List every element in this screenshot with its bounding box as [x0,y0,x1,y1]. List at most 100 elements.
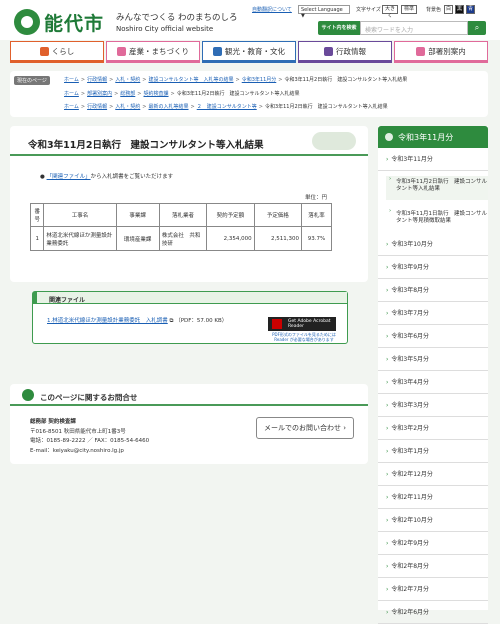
sidebar-item-current[interactable]: 令和3年11月分 [378,148,488,171]
col-header: 事業課 [115,203,160,227]
breadcrumb-link[interactable]: 入札・契約 [115,104,140,110]
nav-gyosei[interactable]: 行政情報 [298,41,392,63]
breadcrumb-link[interactable]: 入札・契約 [115,77,140,83]
city-name-logo[interactable]: 能代市 [44,9,104,36]
sidebar-item-month[interactable]: 令和2年6月分 [378,601,488,624]
breadcrumb-label: 現在のページ [14,76,50,85]
breadcrumb-separator: > [137,91,142,97]
inquiry-phone: 電話：0185-89-2222 ／ FAX：0185-54-6460 [30,438,150,444]
cell-department: 環境産業課 [115,226,160,251]
related-files-header: 関連ファイル [33,292,347,304]
breadcrumb: ホーム > 部署別案内 > 総務部 > 契約検査課 > 令和3年11月2日執行 建設コンサルタン… [64,90,299,97]
breadcrumb-link[interactable]: 部署別案内 [87,91,112,97]
auto-translate-link[interactable]: 自動翻訳について [252,7,292,13]
bg-blue-button[interactable]: 青 [466,5,475,14]
breadcrumb-separator: > [109,104,114,110]
breadcrumb-link[interactable]: 総務部 [120,91,135,97]
city-logo-icon[interactable] [14,9,40,35]
nav-kanko[interactable]: 観光・教育・文化 [202,41,296,63]
font-standard-button[interactable]: 標準 [401,5,417,14]
breadcrumb-link[interactable]: ホーム [64,91,79,97]
breadcrumb-separator: > [235,77,240,83]
search-input[interactable]: 検索ワードを入力 [360,21,468,35]
sidebar-item-month[interactable]: 令和3年9月分 [378,256,488,279]
intro-text: ● 「関連ファイル」から入札調書をご覧いただけます [40,174,174,180]
font-large-button[interactable]: 大きく [382,5,398,19]
breadcrumb-link[interactable]: 令和3年11月分 [242,77,277,83]
inquiry-email: E-mail：keiyaku@city.noshiro.lg.jp [30,447,124,454]
breadcrumb-link[interactable]: ホーム [64,104,79,110]
page-title-bar: 令和3年11月2日執行 建設コンサルタント等入札結果 [10,126,368,156]
col-header: 落札率 [301,203,332,227]
breadcrumb-separator: > [142,77,147,83]
inquiry-box: このページに関するお問合せ 総務部 契約検査課 〒016-8501 秋田県能代市… [10,384,368,464]
sidebar-item-month[interactable]: 令和2年10月分 [378,509,488,532]
breadcrumb-link[interactable]: 契約検査課 [144,91,169,97]
sidebar-item-month[interactable]: 令和3年2月分 [378,417,488,440]
mail-inquiry-button[interactable]: メールでのお問い合わせ › [256,417,354,439]
adobe-reader-note[interactable]: PDF形式のファイルを見るためにはReader が必要な場合があります [267,332,341,342]
bg-black-button[interactable]: 黒 [455,5,464,14]
bg-white-button[interactable]: 白 [444,5,453,14]
sidebar-item-month[interactable]: 令和2年9月分 [378,532,488,555]
cell-winner: 株式会社 共和技研 [158,226,208,251]
language-select[interactable]: Select Language ▼ [298,5,350,19]
table-row: 1 林道北米代線ほか測量設計業務委託 環境産業課 株式会社 共和技研 2,354… [29,226,332,251]
related-file-anchor-link[interactable]: 「関連ファイル」 [47,174,91,180]
sidebar-item-month[interactable]: 令和2年12月分 [378,463,488,486]
sidebar-item-month[interactable]: 令和3年5月分 [378,348,488,371]
site-english-name: Noshiro City official website [116,25,214,33]
inquiry-dept: 総務部 契約検査課 [30,419,76,425]
nav-busho[interactable]: 部署別案内 [394,41,488,63]
nav-kurashi[interactable]: くらし [10,41,104,63]
page-title: 令和3年11月2日執行 建設コンサルタント等入札結果 [28,140,264,151]
breadcrumb-link[interactable]: 建設コンサルタント等 入札等の結果 [149,77,234,83]
sidebar-item-month[interactable]: 令和3年4月分 [378,371,488,394]
breadcrumb-link[interactable]: 行政情報 [87,77,107,83]
breadcrumb-link[interactable]: 最新の入札等結果 [149,104,189,110]
col-header: 番号 [29,203,45,227]
bg-color-label: 背景色 [426,7,442,13]
breadcrumb-separator: > [190,104,195,110]
col-header: 工事名 [43,203,117,227]
col-header: 予定価格 [253,203,303,227]
sidebar-item-month[interactable]: 令和2年8月分 [378,555,488,578]
inquiry-heading: このページに関するお問合せ [40,393,138,402]
sidebar-item-month[interactable]: 令和3年6月分 [378,325,488,348]
breadcrumb-link[interactable]: ２ 建設コンサルタント等 [197,104,257,110]
breadcrumb-current: 令和3年11月2日執行 建設コンサルタント等入札結果 [176,91,300,97]
tagline: みんなでつくる わのまちのしろ [116,13,238,23]
breadcrumb-separator: > [80,104,86,110]
external-link-icon: ⧉ [169,318,174,324]
cloud-decoration-icon [312,132,356,150]
breadcrumb-separator: > [109,77,114,83]
sidebar-item-month[interactable]: 令和3年1月分 [378,440,488,463]
sidebar-item-month[interactable]: 令和2年11月分 [378,486,488,509]
breadcrumb: ホーム > 行政情報 > 入札・契約 > 最新の入札等結果 >２ 建設コンサルタント等 > 令和3… [64,103,388,110]
breadcrumb-link[interactable]: 行政情報 [87,104,107,110]
breadcrumb-separator: > [258,104,263,110]
sidebar-item-month[interactable]: 令和3年10月分 [378,233,488,256]
unit-label: 単位：円 [305,195,328,201]
pdf-file-link[interactable]: 1.林道北米代線ほか測量設計業務委託 入札調書 [47,318,168,324]
search-icon[interactable]: ⌕ [468,21,486,35]
sidebar-item-month[interactable]: 令和3年7月分 [378,302,488,325]
sidebar-item-month[interactable]: 令和3年3月分 [378,394,488,417]
breadcrumb-separator: > [278,77,283,83]
breadcrumb-area: 現在のページ ホーム > 行政情報 > 入札・契約 > 建設コンサルタント等 入札等の結果 >… [10,71,488,117]
font-size-label: 文字サイズ [356,7,381,13]
person-icon [22,389,34,401]
sidebar-item-month[interactable]: 令和3年8月分 [378,279,488,302]
breadcrumb: ホーム > 行政情報 > 入札・契約 > 建設コンサルタント等 入札等の結果 > 令和3年11月… [64,76,407,83]
file-meta: （PDF：57.00 KB） [175,318,228,324]
breadcrumb-separator: > [80,77,86,83]
nav-sangyo[interactable]: 産業・まちづくり [106,41,200,63]
sidebar-item-month[interactable]: 令和2年7月分 [378,578,488,601]
adobe-reader-button[interactable]: Get Adobe Acrobat Reader [268,317,336,331]
breadcrumb-link[interactable]: ホーム [64,77,79,83]
sidebar: 令和3年11月分 令和3年11月分 令和3年11月2日執行 建設コンサルタント等… [378,126,488,624]
site-header: 能代市 みんなでつくる わのまちのしろ Noshiro City officia… [0,0,500,40]
sidebar-sub-item[interactable]: 令和3年11月1日執行 建設コンサルタント等見積徴取結果 [386,208,488,232]
result-table: 番号 工事名 事業課 落札業者 契約予定額 予定価格 落札率 1 林道北米代線ほ… [29,203,332,251]
sidebar-sub-item[interactable]: 令和3年11月2日執行 建設コンサルタント等入札結果 [386,176,488,200]
